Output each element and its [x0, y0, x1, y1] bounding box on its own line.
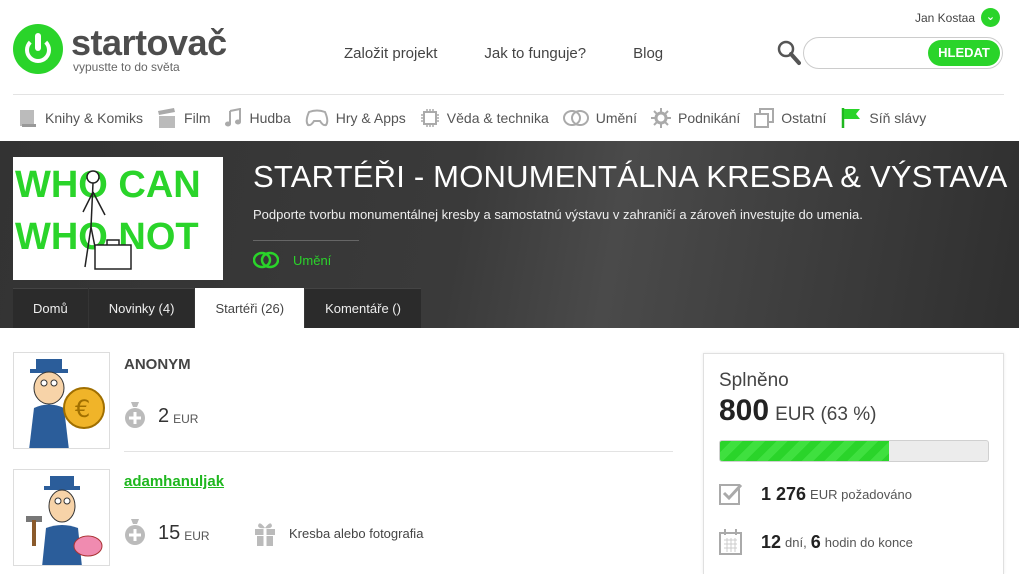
tab-home[interactable]: Domů — [13, 288, 88, 328]
category-label: Ostatní — [781, 110, 827, 126]
category-label: Film — [184, 110, 211, 126]
search-box: HLEDAT — [803, 37, 1003, 69]
backer-name: ANONYM — [124, 356, 191, 373]
search-button[interactable]: HLEDAT — [928, 40, 1000, 66]
goal-value: 1 276 — [761, 483, 807, 504]
film-icon — [158, 108, 176, 128]
progress-bar — [719, 440, 989, 462]
goal-text: EUR požadováno — [810, 486, 912, 502]
calendar-icon — [719, 529, 742, 555]
category-nav: Knihy & Komiks Film Hudba Hry & Apps Věd… — [18, 104, 940, 132]
chip-icon — [420, 109, 439, 127]
time-row: 12 dní, 6 hodin do konce — [719, 528, 913, 556]
checkbox-icon — [719, 483, 743, 505]
list-item: € ANONYM 2 EUR — [13, 352, 673, 452]
gear-icon — [650, 108, 671, 128]
backer-amount: 2 EUR — [124, 400, 198, 428]
image-text-who: WHO CAN — [15, 164, 201, 206]
goal-row: 1 276 EUR požadováno — [719, 482, 912, 506]
backer-reward: Kresba alebo fotografia — [253, 519, 423, 547]
nav-how-it-works[interactable]: Jak to funguje? — [484, 45, 586, 62]
category-hall-of-fame[interactable]: Síň slávy — [840, 104, 926, 132]
category-science[interactable]: Věda & technika — [420, 104, 549, 132]
stats-amount: 800 EUR (63 %) — [719, 394, 876, 428]
amount-value: 15 — [158, 522, 181, 544]
divider — [13, 94, 1004, 95]
top-nav: Založit projekt Jak to funguje? Blog — [344, 45, 710, 62]
logo[interactable]: startovač vypustte to do světa — [13, 24, 227, 74]
chevron-down-icon[interactable]: ⌄ — [981, 8, 1000, 27]
moneybag-icon — [125, 519, 145, 545]
progress-fill — [720, 441, 889, 461]
book-icon — [20, 110, 36, 127]
project-tabs: Domů Novinky (4) Startéři (26) Komentáře… — [13, 288, 422, 328]
project-image[interactable]: WHO CAN WHO NOT — [13, 157, 223, 280]
category-music[interactable]: Hudba — [224, 104, 291, 132]
category-label: Síň slávy — [869, 110, 927, 126]
power-icon — [13, 24, 63, 74]
hours-text: hodin do konce — [824, 534, 913, 550]
music-icon — [225, 108, 242, 127]
category-label: Věda & technika — [446, 110, 549, 126]
project-banner: WHO CAN WHO NOT STARTÉŘI - MONUMENTÁLNA … — [0, 141, 1019, 328]
category-label: Hry & Apps — [335, 110, 406, 126]
category-business[interactable]: Podnikání — [650, 104, 741, 132]
project-title: STARTÉŘI - MONUMENTÁLNA KRESBA & VÝSTAVA — [253, 159, 1008, 194]
backer-amount: 15 EUR — [124, 517, 210, 545]
divider — [124, 451, 673, 452]
category-other[interactable]: Ostatní — [754, 104, 826, 132]
avatar: € — [13, 352, 110, 449]
backer-name-link[interactable]: adamhanuljak — [124, 473, 224, 490]
project-description: Podporte tvorbu monumentálnej kresby a s… — [253, 207, 863, 222]
project-category-label: Umění — [293, 252, 332, 268]
days-left: 12 — [761, 531, 782, 552]
flag-icon — [842, 108, 861, 128]
user-menu[interactable]: Jan Kostaa ⌄ — [915, 8, 1000, 27]
nav-create-project[interactable]: Založit projekt — [344, 45, 437, 62]
category-games[interactable]: Hry & Apps — [305, 104, 406, 132]
pledged-amount: 800 — [719, 394, 770, 427]
reward-label: Kresba alebo fotografia — [289, 525, 424, 541]
avatar — [13, 469, 110, 566]
hours-left: 6 — [810, 531, 821, 552]
tab-backers[interactable]: Startéři (26) — [195, 288, 305, 328]
moneybag-icon — [125, 402, 145, 428]
amount-value: 2 — [158, 405, 170, 427]
tab-comments[interactable]: Komentáře () — [305, 288, 421, 328]
category-art[interactable]: Umění — [562, 104, 637, 132]
windows-icon — [754, 108, 775, 128]
logo-name: startovač — [71, 21, 227, 63]
tab-news[interactable]: Novinky (4) — [88, 288, 195, 328]
days-text: dní, — [785, 534, 807, 550]
category-label: Hudba — [249, 110, 291, 126]
search-input[interactable] — [816, 44, 926, 62]
theater-masks-icon — [562, 110, 589, 126]
svg-text:€: € — [75, 395, 90, 423]
logo-tagline: vypustte to do světa — [73, 59, 180, 74]
nav-blog[interactable]: Blog — [633, 45, 663, 62]
project-category[interactable]: Umění — [253, 251, 331, 269]
funding-stats: Splněno 800 EUR (63 %) 1 276 EUR požadov… — [703, 353, 1004, 574]
amount-currency: EUR — [173, 412, 199, 426]
category-books[interactable]: Knihy & Komiks — [18, 104, 143, 132]
category-film[interactable]: Film — [157, 104, 210, 132]
category-label: Knihy & Komiks — [45, 110, 144, 126]
search-icon[interactable] — [777, 40, 801, 66]
list-item: adamhanuljak 15 EUR Kresba alebo fotogra… — [13, 469, 673, 569]
theater-masks-icon — [253, 251, 279, 269]
amount-currency: EUR — [184, 529, 210, 543]
gift-icon — [255, 523, 275, 546]
pledged-percent: EUR (63 %) — [775, 404, 877, 425]
gamepad-icon — [305, 109, 329, 127]
category-label: Umění — [595, 110, 637, 126]
stats-label: Splněno — [719, 370, 789, 391]
divider — [253, 240, 359, 241]
user-name: Jan Kostaa — [914, 10, 975, 25]
header: startovač vypustte to do světa Jan Kosta… — [0, 0, 1019, 94]
category-label: Podnikání — [677, 110, 741, 126]
